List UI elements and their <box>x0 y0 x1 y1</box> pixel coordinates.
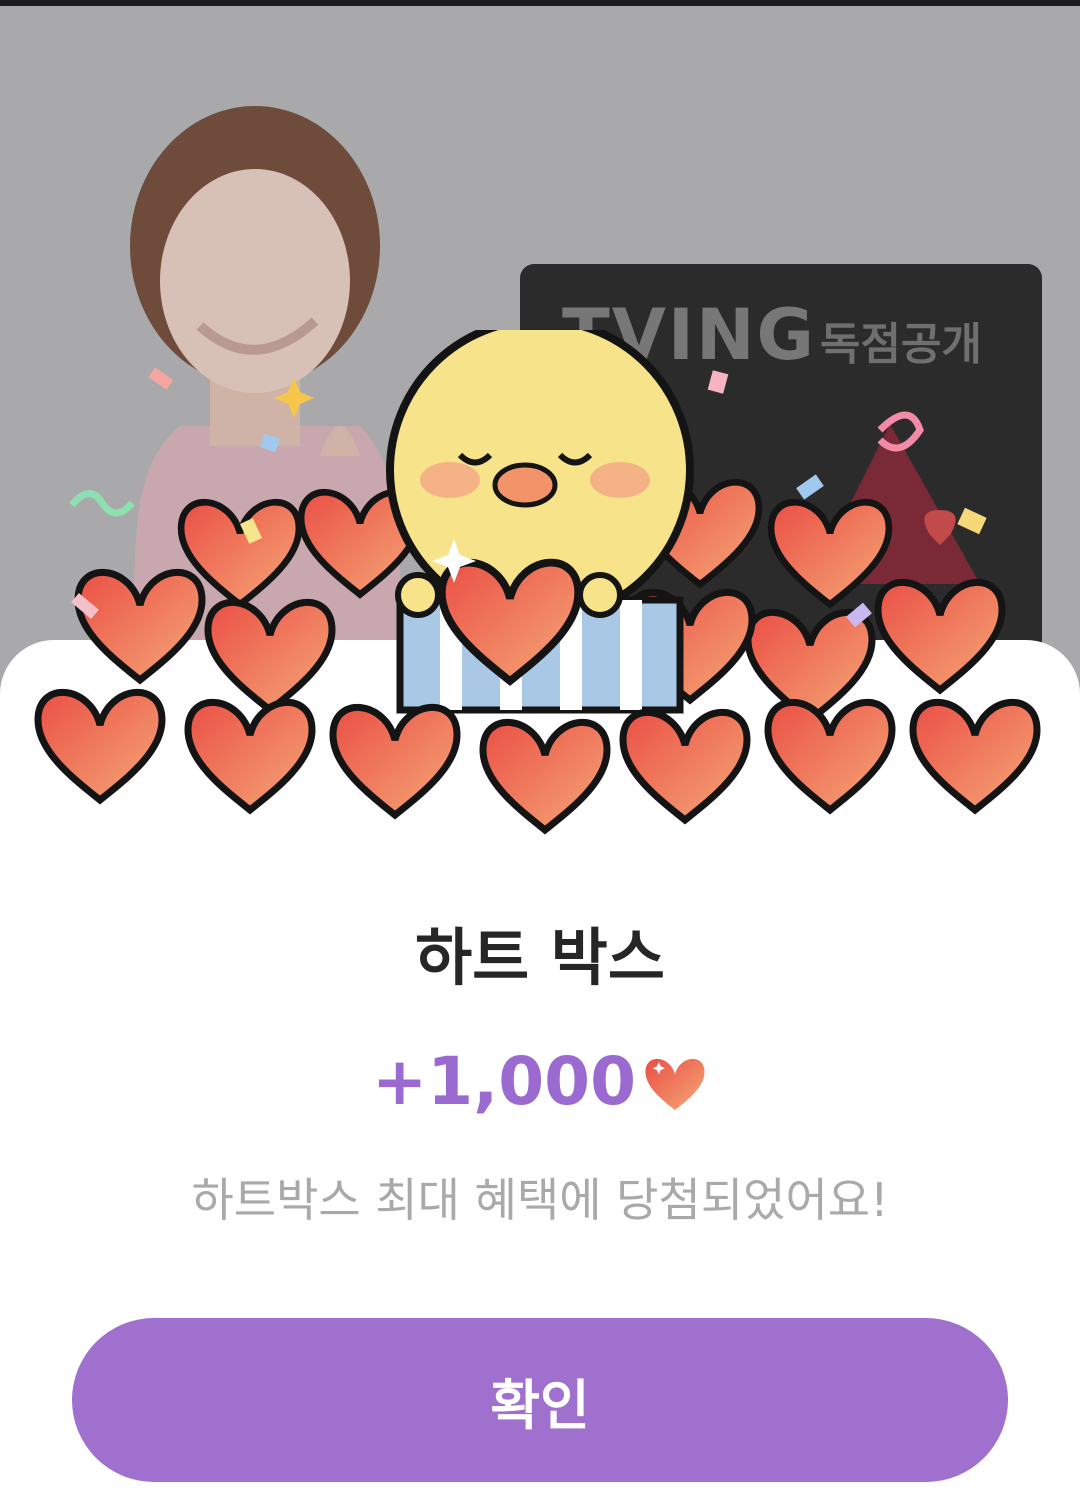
reward-row: +1,000 <box>0 1040 1080 1124</box>
reward-amount: +1,000 <box>371 1043 637 1120</box>
dialog-title: 하트 박스 <box>415 921 665 994</box>
heart-box-screen: TVING 독점공개 하트 박스 +1,000 하트박스 최대 혜택에 당첨되었… <box>0 0 1080 1512</box>
confirm-button[interactable]: 확인 <box>72 1318 1008 1482</box>
dialog-message: 하트박스 최대 혜택에 당첨되었어요! <box>191 1173 889 1227</box>
heart-icon <box>645 1058 705 1111</box>
heart-box-illustration <box>0 330 1080 840</box>
